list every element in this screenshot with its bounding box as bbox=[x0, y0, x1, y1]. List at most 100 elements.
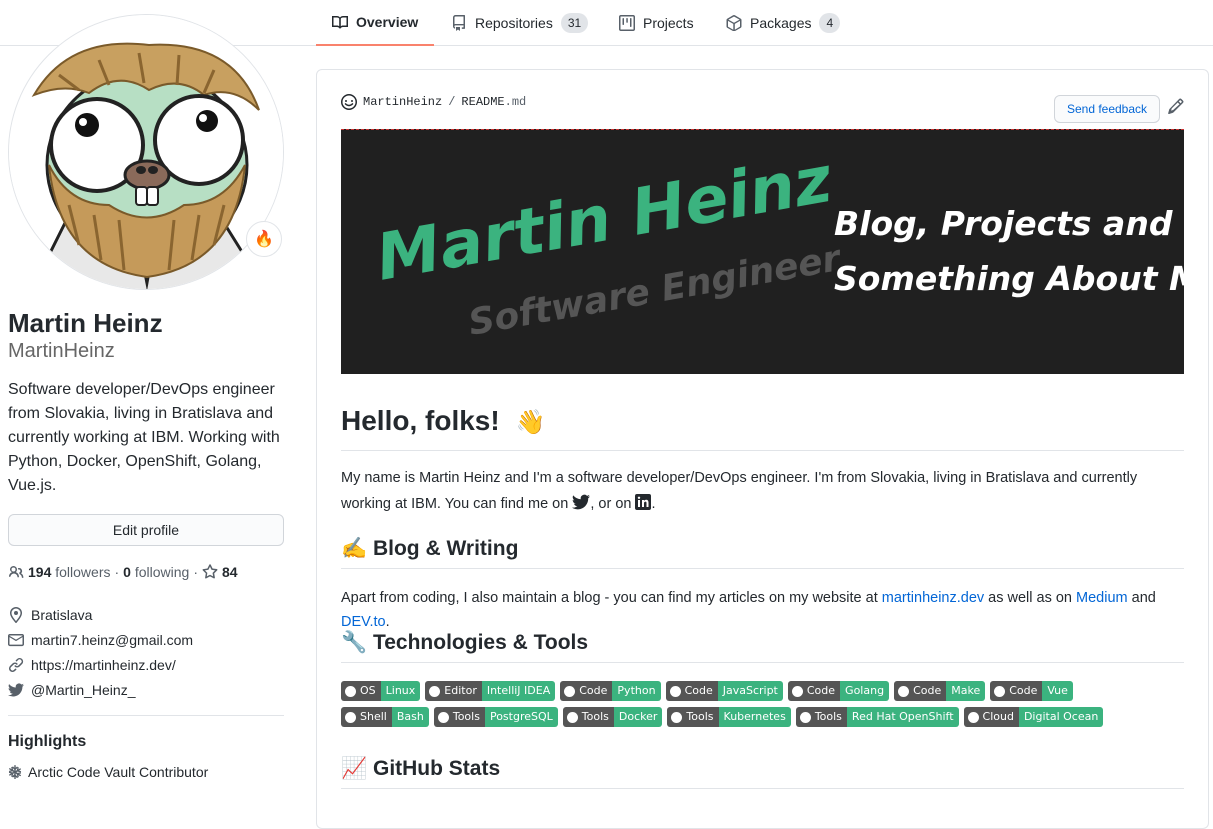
status-emoji-button[interactable]: 🔥 bbox=[246, 221, 282, 257]
badge-logo-icon bbox=[898, 685, 910, 697]
profile-fullname: Martin Heinz bbox=[8, 308, 163, 338]
pencil-icon[interactable] bbox=[1168, 98, 1184, 114]
location-item: Bratislava bbox=[8, 602, 288, 627]
following-link[interactable]: 0 following bbox=[123, 562, 189, 582]
badge-value: JavaScript bbox=[717, 681, 783, 701]
highlight-label: Arctic Code Vault Contributor bbox=[28, 764, 209, 780]
badge-label: Code bbox=[560, 681, 613, 701]
readme-banner: Martin Heinz Software Engineer Blog, Pro… bbox=[341, 129, 1184, 374]
blog-heading: ✍️ Blog & Writing bbox=[341, 535, 1184, 569]
location-text: Bratislava bbox=[31, 606, 93, 623]
badge-bash: Shell Bash bbox=[341, 707, 429, 727]
tech-heading: 🔧 Technologies & Tools bbox=[341, 629, 1184, 663]
smiley-icon bbox=[341, 94, 357, 110]
badge-label-text: Code bbox=[684, 684, 713, 697]
avatar[interactable] bbox=[8, 14, 284, 290]
badge-logo-icon bbox=[967, 711, 979, 723]
badge-logo-icon bbox=[799, 711, 811, 723]
path-separator: / bbox=[448, 95, 456, 109]
stars-link[interactable]: 84 bbox=[202, 562, 238, 582]
badge-value: Golang bbox=[840, 681, 890, 701]
badge-make: Code Make bbox=[894, 681, 986, 701]
readme-file: README bbox=[461, 95, 505, 109]
blog-text-d: . bbox=[385, 614, 390, 630]
badge-label: Tools bbox=[433, 707, 485, 727]
devto-link[interactable]: DEV.to bbox=[341, 614, 386, 630]
twitter-item: @Martin_Heinz_ bbox=[8, 677, 288, 702]
badge-docker: Tools Docker bbox=[562, 707, 663, 727]
send-feedback-button[interactable]: Send feedback bbox=[1054, 95, 1160, 123]
followers-count: 194 bbox=[28, 564, 52, 580]
linkedin-icon[interactable] bbox=[635, 494, 652, 510]
badge-row-1: OS Linux Editor IntelliJ IDEA Code Python Code… bbox=[341, 681, 1184, 701]
people-icon bbox=[9, 566, 24, 578]
badge-label: Cloud bbox=[963, 707, 1019, 727]
medium-link[interactable]: Medium bbox=[1076, 590, 1128, 606]
tab-projects-label: Projects bbox=[643, 15, 694, 31]
edit-profile-button[interactable]: Edit profile bbox=[8, 514, 284, 546]
fire-emoji-icon: 🔥 bbox=[254, 231, 274, 248]
readme-owner-link[interactable]: MartinHeinz bbox=[363, 95, 442, 109]
tab-overview[interactable]: Overview bbox=[316, 0, 434, 46]
highlight-item[interactable]: Arctic Code Vault Contributor bbox=[8, 764, 208, 780]
badge-digital-ocean: Cloud Digital Ocean bbox=[963, 707, 1104, 727]
badge-value: Digital Ocean bbox=[1018, 707, 1104, 727]
highlights-title: Highlights bbox=[8, 733, 87, 750]
packages-count-badge: 4 bbox=[819, 13, 841, 33]
badge-vue: Code Vue bbox=[990, 681, 1073, 701]
badge-label-text: Cloud bbox=[982, 710, 1014, 723]
twitter-link[interactable]: @Martin_Heinz_ bbox=[31, 682, 135, 698]
banner-tagline-1: Blog, Projects and bbox=[834, 204, 1173, 243]
snowflake-icon bbox=[8, 765, 22, 779]
badge-value: Bash bbox=[391, 707, 429, 727]
profile-bio: Software developer/DevOps engineer from … bbox=[8, 381, 280, 494]
badge-value: Python bbox=[612, 681, 661, 701]
badge-label: Tools bbox=[795, 707, 847, 727]
badge-label-text: Tools bbox=[581, 710, 609, 723]
badge-label: Code bbox=[894, 681, 947, 701]
repositories-count-badge: 31 bbox=[560, 13, 589, 33]
badge-logo-icon bbox=[671, 711, 683, 723]
tab-projects[interactable]: Projects bbox=[619, 0, 694, 46]
email-link[interactable]: martin7.heinz@gmail.com bbox=[31, 632, 193, 648]
badge-logo-icon bbox=[669, 685, 681, 697]
intro-text-b: , or on bbox=[590, 496, 632, 512]
banner-tagline-2: Something About Me bbox=[834, 259, 1184, 298]
intro-paragraph: My name is Martin Heinz and I'm a softwa… bbox=[341, 465, 1184, 517]
intro-text-c: . bbox=[651, 496, 656, 512]
badge-label-text: Code bbox=[913, 684, 942, 697]
stars-count: 84 bbox=[222, 564, 238, 580]
tech-badges: OS Linux Editor IntelliJ IDEA Code Python Code… bbox=[341, 681, 1184, 733]
blog-text-b: as well as on bbox=[988, 590, 1072, 606]
gopher-avatar-image bbox=[9, 15, 283, 289]
badge-label: Tools bbox=[562, 707, 614, 727]
badge-logo-icon bbox=[566, 711, 578, 723]
badge-row-2: Shell Bash Tools PostgreSQL Tools Docker Tools… bbox=[341, 707, 1184, 727]
badge-label-text: Tools bbox=[686, 710, 714, 723]
twitter-icon[interactable] bbox=[572, 493, 591, 511]
martinheinz-dev-link[interactable]: martinheinz.dev bbox=[882, 590, 984, 606]
badge-label: Shell bbox=[341, 707, 392, 727]
badge-logo-icon bbox=[564, 685, 576, 697]
tab-repositories[interactable]: Repositories 31 bbox=[451, 0, 589, 46]
badge-value: Kubernetes bbox=[718, 707, 791, 727]
blog-text-c: and bbox=[1131, 590, 1156, 606]
badge-label: Tools bbox=[667, 707, 719, 727]
badge-value: PostgreSQL bbox=[484, 707, 558, 727]
badge-value: IntelliJ IDEA bbox=[481, 681, 556, 701]
followers-link[interactable]: 194 followers bbox=[28, 562, 111, 582]
package-icon bbox=[726, 15, 742, 31]
twitter-icon bbox=[8, 682, 24, 696]
badge-logo-icon bbox=[791, 685, 803, 697]
profile-details: Bratislava martin7.heinz@gmail.com https… bbox=[8, 602, 288, 702]
profile-username: MartinHeinz bbox=[8, 340, 115, 362]
tab-packages[interactable]: Packages 4 bbox=[726, 0, 841, 46]
badge-logo-icon bbox=[345, 685, 356, 697]
email-item: martin7.heinz@gmail.com bbox=[8, 627, 288, 652]
badge-value: Red Hat OpenShift bbox=[846, 707, 959, 727]
separator-dot: · bbox=[193, 564, 199, 580]
badge-logo-icon bbox=[994, 685, 1006, 697]
website-link[interactable]: https://martinheinz.dev/ bbox=[31, 657, 176, 673]
tab-overview-label: Overview bbox=[356, 14, 419, 30]
badge-logo-icon bbox=[429, 685, 441, 697]
